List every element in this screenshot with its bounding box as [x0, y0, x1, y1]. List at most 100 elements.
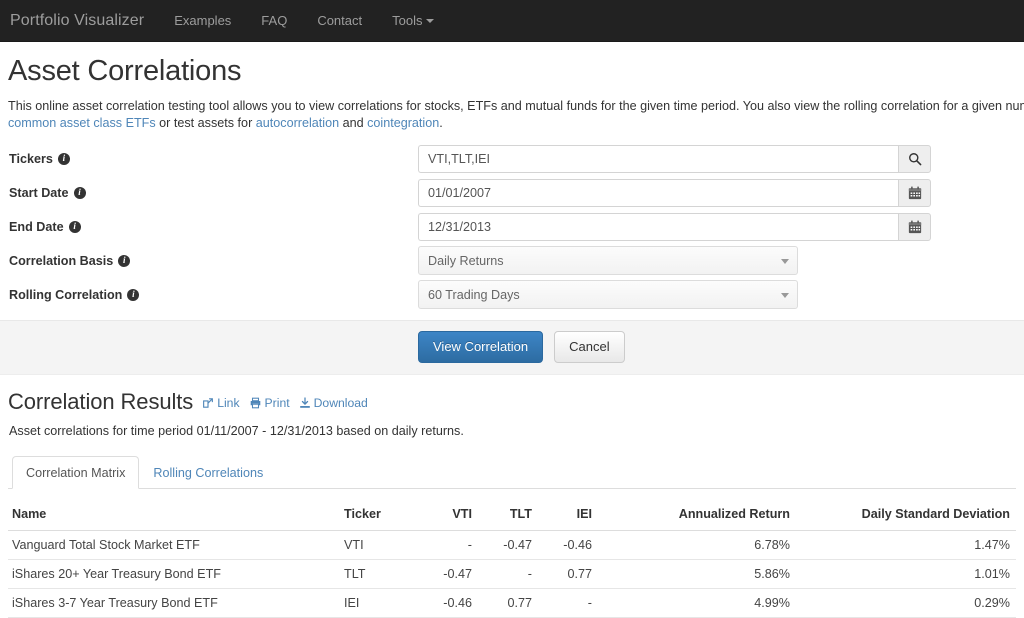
external-link-icon — [203, 398, 214, 408]
correlation-basis-label-group: Correlation Basis i — [8, 254, 418, 268]
brand-link[interactable]: Portfolio Visualizer — [0, 0, 159, 42]
results-tabs: Correlation Matrix Rolling Correlations — [8, 455, 1016, 489]
view-correlation-button[interactable]: View Correlation — [418, 331, 544, 364]
form-row-correlation-basis: Correlation Basis i Daily Returns — [8, 244, 1016, 278]
end-date-calendar-button[interactable] — [898, 212, 931, 241]
cell-vti: -0.47 — [418, 559, 478, 589]
link-action-label: Link — [217, 395, 240, 410]
table-header-row: Name Ticker VTI TLT IEI Annualized Retur… — [8, 500, 1016, 531]
cell-annualized-return: 5.86% — [598, 559, 798, 589]
intro-text-mid1: or test assets for — [155, 115, 256, 130]
table-row: Vanguard Total Stock Market ETF VTI - -0… — [8, 530, 1016, 560]
correlation-matrix-table: Name Ticker VTI TLT IEI Annualized Retur… — [8, 500, 1016, 618]
end-date-input-group — [418, 212, 931, 241]
form-row-tickers: Tickers i — [8, 142, 1016, 176]
cell-daily-standard-deviation: 1.01% — [798, 559, 1016, 589]
tab-correlation-matrix[interactable]: Correlation Matrix — [12, 455, 140, 489]
print-action[interactable]: Print — [249, 396, 290, 410]
info-icon[interactable]: i — [118, 254, 131, 267]
top-navbar: Portfolio Visualizer Examples FAQ Contac… — [0, 0, 1024, 42]
cell-tlt: -0.47 — [478, 530, 538, 560]
cell-iei: 0.77 — [538, 559, 598, 589]
table-row: iShares 20+ Year Treasury Bond ETF TLT -… — [8, 559, 1016, 589]
table-header: Name Ticker VTI TLT IEI Annualized Retur… — [8, 500, 1016, 531]
search-icon — [908, 152, 921, 166]
nav-item-examples[interactable]: Examples — [159, 0, 246, 42]
start-date-label-group: Start Date i — [8, 186, 418, 200]
download-action[interactable]: Download — [299, 396, 368, 410]
cell-ticker: VTI — [338, 530, 418, 560]
correlation-basis-label: Correlation Basis — [9, 253, 114, 268]
intro-text-end: . — [439, 115, 443, 130]
link-action[interactable]: Link — [202, 395, 240, 410]
col-header-vti: VTI — [418, 500, 478, 531]
results-title: Correlation Results — [8, 388, 194, 414]
tab-rolling-correlations[interactable]: Rolling Correlations — [139, 456, 277, 489]
form-row-end-date: End Date i — [8, 210, 1016, 244]
tickers-input-group — [418, 144, 931, 173]
cell-annualized-return: 6.78% — [598, 530, 798, 560]
cancel-button[interactable]: Cancel — [554, 331, 625, 364]
info-icon[interactable]: i — [57, 152, 70, 165]
download-icon — [299, 397, 310, 408]
start-date-input[interactable] — [418, 178, 898, 207]
print-action-label: Print — [264, 395, 290, 410]
rolling-correlation-select[interactable]: 60 Trading Days — [418, 280, 798, 310]
col-header-annualized-return: Annualized Return — [598, 500, 798, 531]
tickers-search-button[interactable] — [898, 144, 931, 173]
correlation-form: Tickers i Start Date i — [8, 142, 1016, 312]
page-description: This online asset correlation testing to… — [8, 98, 1024, 132]
calendar-icon — [908, 186, 921, 200]
results-header: Correlation Results Link Print Download — [8, 389, 1016, 415]
form-row-rolling-correlation: Rolling Correlation i 60 Trading Days — [8, 278, 1016, 312]
start-date-label: Start Date — [9, 185, 69, 200]
cell-iei: -0.46 — [538, 530, 598, 560]
rolling-correlation-select-wrap: 60 Trading Days — [418, 280, 798, 310]
correlation-basis-value: Daily Returns — [428, 253, 504, 268]
info-icon[interactable]: i — [73, 186, 86, 199]
cell-daily-standard-deviation: 1.47% — [798, 530, 1016, 560]
end-date-input[interactable] — [418, 212, 898, 241]
tickers-label: Tickers — [9, 151, 53, 166]
intro-text-part1: This online asset correlation testing to… — [8, 98, 1024, 113]
col-header-tlt: TLT — [478, 500, 538, 531]
page-title: Asset Correlations — [8, 55, 242, 87]
rolling-correlation-label-group: Rolling Correlation i — [8, 288, 418, 302]
chevron-down-icon — [781, 258, 789, 264]
end-date-label: End Date — [9, 219, 64, 234]
printer-icon — [250, 397, 260, 409]
col-header-daily-standard-deviation: Daily Standard Deviation — [798, 500, 1016, 531]
cell-vti: - — [418, 530, 478, 560]
results-subtitle: Asset correlations for time period 01/11… — [9, 423, 464, 438]
download-action-label: Download — [313, 395, 368, 410]
cell-name: iShares 20+ Year Treasury Bond ETF — [8, 559, 338, 589]
results-section: Correlation Results Link Print Download … — [8, 375, 1016, 618]
nav-item-tools-label: Tools — [392, 12, 423, 28]
nav-item-tools[interactable]: Tools — [377, 0, 449, 42]
form-row-start-date: Start Date i — [8, 176, 1016, 210]
end-date-label-group: End Date i — [8, 220, 418, 234]
rolling-correlation-label: Rolling Correlation — [9, 287, 123, 302]
start-date-input-group — [418, 178, 931, 207]
form-actions: View Correlation Cancel — [0, 319, 1024, 375]
intro-link-autocorrelation[interactable]: autocorrelation — [256, 116, 339, 130]
chevron-down-icon — [426, 19, 435, 24]
nav-item-contact[interactable]: Contact — [302, 0, 377, 42]
cell-tlt: - — [478, 559, 538, 589]
cell-name: Vanguard Total Stock Market ETF — [8, 530, 338, 560]
tickers-input[interactable] — [418, 144, 898, 173]
rolling-correlation-value: 60 Trading Days — [428, 287, 520, 302]
tickers-label-group: Tickers i — [8, 152, 418, 166]
nav-item-faq[interactable]: FAQ — [246, 0, 302, 42]
info-icon[interactable]: i — [68, 220, 81, 233]
calendar-icon — [908, 220, 921, 234]
intro-text-mid2: and — [339, 115, 368, 130]
correlation-basis-select[interactable]: Daily Returns — [418, 246, 798, 276]
col-header-ticker: Ticker — [338, 500, 418, 531]
table-body: Vanguard Total Stock Market ETF VTI - -0… — [8, 530, 1016, 618]
intro-link-cointegration[interactable]: cointegration — [367, 116, 439, 130]
start-date-calendar-button[interactable] — [898, 178, 931, 207]
cell-ticker: TLT — [338, 559, 418, 589]
correlation-basis-select-wrap: Daily Returns — [418, 246, 798, 276]
info-icon[interactable]: i — [127, 288, 140, 301]
